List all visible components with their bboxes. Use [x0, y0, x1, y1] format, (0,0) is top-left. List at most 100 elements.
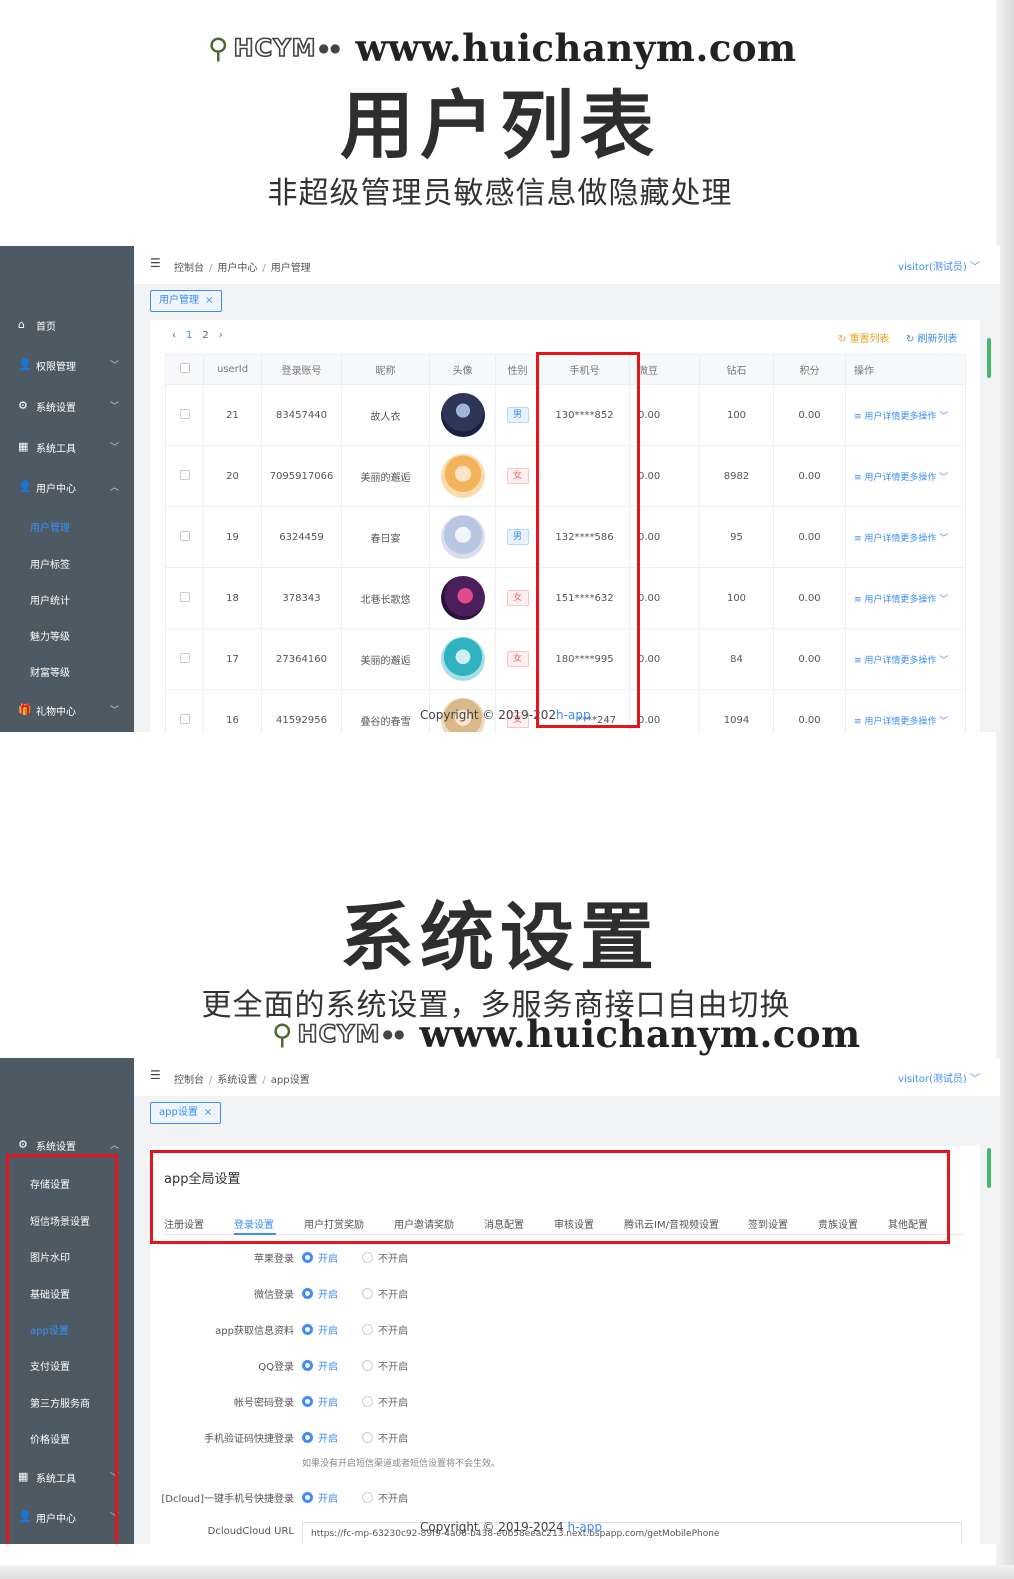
copyright-footer: Copyright © 2019-2024 h-app	[420, 1520, 603, 1534]
column-header: 性别	[495, 354, 540, 385]
avatar	[440, 637, 485, 681]
form-row-app-profile: app获取信息资料 开启 不开启	[150, 1322, 980, 1340]
row-checkbox[interactable]	[165, 445, 204, 507]
user-detail-link[interactable]: ≡ 用户详情	[854, 595, 900, 605]
scrollbar[interactable]	[987, 1148, 991, 1188]
column-header: 操作	[845, 354, 966, 385]
cell-points: 0.00	[773, 445, 846, 507]
select-all-checkbox[interactable]	[165, 354, 204, 385]
copyright-link[interactable]: h-app	[568, 1520, 603, 1534]
dots-icon: ●●	[318, 41, 342, 55]
sidebar-sub-charm-level[interactable]: 魅力等级	[30, 628, 70, 643]
pagination: ‹ 1 2 ›	[172, 330, 223, 341]
more-actions-dropdown[interactable]: 更多操作 ﹀	[900, 717, 948, 727]
cell-beans: 0.00	[629, 506, 700, 568]
gender-badge: 女	[506, 468, 529, 484]
radio-off[interactable]: 不开启	[362, 1358, 408, 1373]
radio-off[interactable]: 不开启	[362, 1286, 408, 1301]
radio-off[interactable]: 不开启	[362, 1490, 408, 1505]
user-menu[interactable]: visitor(测试员) ﹀	[898, 258, 980, 273]
more-actions-dropdown[interactable]: 更多操作 ﹀	[900, 534, 948, 544]
gift-icon: 🎁	[18, 703, 32, 716]
form-row-qq-login: QQ登录 开启 不开启	[150, 1358, 980, 1376]
next-page-button[interactable]: ›	[219, 330, 223, 341]
cell-points: 0.00	[773, 567, 846, 629]
row-checkbox[interactable]	[165, 384, 204, 446]
field-label: [Dcloud]一键手机号快捷登录	[161, 1494, 294, 1505]
field-label: QQ登录	[258, 1362, 294, 1373]
user-detail-link[interactable]: ≡ 用户详情	[854, 534, 900, 544]
radio-off[interactable]: 不开启	[362, 1430, 408, 1445]
gender-badge: 女	[506, 590, 529, 606]
promo-page: ⚲ HCYM ●● www.huichanym.com 用户列表 非超级管理员敏感信…	[0, 0, 1014, 1579]
chevron-down-icon: ﹀	[110, 361, 120, 371]
breadcrumb-item[interactable]: 系统设置	[217, 1075, 257, 1086]
shovel-icon: ⚲	[208, 31, 230, 65]
tab-tag-app-settings[interactable]: app设置 ×	[150, 1102, 222, 1124]
sidebar-sub-wealth-level[interactable]: 财富等级	[30, 664, 70, 679]
radio-on[interactable]: 开启	[302, 1394, 338, 1409]
scrollbar[interactable]	[987, 338, 991, 378]
cell-avatar	[429, 506, 496, 568]
close-icon[interactable]: ×	[204, 1107, 212, 1118]
row-checkbox[interactable]	[165, 689, 204, 732]
home-icon: ⌂	[18, 318, 25, 331]
reset-list-button[interactable]: ↻ 重置列表	[838, 330, 890, 345]
cell-actions: ≡ 用户详情更多操作 ﹀	[845, 445, 966, 507]
user-icon: 👤	[18, 358, 32, 371]
cell-gender: 男	[495, 506, 540, 568]
more-actions-dropdown[interactable]: 更多操作 ﹀	[900, 412, 948, 422]
menu-icon[interactable]: ☰	[150, 256, 161, 270]
row-checkbox[interactable]	[165, 567, 204, 629]
avatar	[440, 454, 485, 498]
prev-page-button[interactable]: ‹	[172, 330, 176, 341]
radio-on[interactable]: 开启	[302, 1286, 338, 1301]
cell-user-id: 16	[203, 689, 262, 732]
tab-tag-user-management[interactable]: 用户管理 ×	[150, 290, 223, 312]
chevron-up-icon: ︿	[110, 1141, 120, 1151]
refresh-list-button[interactable]: ↻ 刷新列表	[906, 330, 958, 345]
user-detail-link[interactable]: ≡ 用户详情	[854, 412, 900, 422]
column-header: 积分	[773, 354, 846, 385]
user-detail-link[interactable]: ≡ 用户详情	[854, 473, 900, 483]
menu-icon[interactable]: ☰	[150, 1068, 161, 1082]
user-list-screenshot: ⌂ 首页 👤 权限管理 ﹀ ⚙ 系统设置 ﹀ ▦ 系统工具 ﹀ 👤 用户中心 ︿ 用户管理 用户标…	[0, 246, 1000, 732]
breadcrumb-item[interactable]: 控制台	[174, 263, 204, 274]
row-checkbox[interactable]	[165, 628, 204, 690]
sidebar-sub-user-stats[interactable]: 用户统计	[30, 592, 70, 607]
cell-user-id: 21	[203, 384, 262, 446]
cell-points: 0.00	[773, 628, 846, 690]
radio-off[interactable]: 不开启	[362, 1322, 408, 1337]
sidebar-sub-user-tags[interactable]: 用户标签	[30, 556, 70, 571]
breadcrumb-item[interactable]: 控制台	[174, 1075, 204, 1086]
radio-on[interactable]: 开启	[302, 1358, 338, 1373]
user-detail-link[interactable]: ≡ 用户详情	[854, 656, 900, 666]
chevron-down-icon: ﹀	[110, 443, 120, 453]
breadcrumb-item[interactable]: 用户中心	[217, 263, 257, 274]
radio-on[interactable]: 开启	[302, 1250, 338, 1265]
more-actions-dropdown[interactable]: 更多操作 ﹀	[900, 656, 948, 666]
column-header: userId	[203, 354, 262, 385]
more-actions-dropdown[interactable]: 更多操作 ﹀	[900, 473, 948, 483]
radio-on[interactable]: 开启	[302, 1430, 338, 1445]
more-actions-dropdown[interactable]: 更多操作 ﹀	[900, 595, 948, 605]
radio-off[interactable]: 不开启	[362, 1394, 408, 1409]
page-1-button[interactable]: 1	[186, 330, 192, 341]
close-icon[interactable]: ×	[205, 295, 213, 306]
row-checkbox[interactable]	[165, 506, 204, 568]
radio-on[interactable]: 开启	[302, 1322, 338, 1337]
user-menu[interactable]: visitor(测试员) ﹀	[898, 1070, 980, 1085]
sidebar-sub-user-management[interactable]: 用户管理	[30, 519, 70, 534]
sms-hint: 如果没有开启短信渠道或者短信设置将不会生效。	[302, 1459, 501, 1469]
cell-actions: ≡ 用户详情更多操作 ﹀	[845, 384, 966, 446]
user-detail-link[interactable]: ≡ 用户详情	[854, 717, 900, 727]
dcloud-url-input[interactable]: https://fc-mp-63230c92-89f9-4a08-b438-e0…	[302, 1522, 962, 1544]
cell-actions: ≡ 用户详情更多操作 ﹀	[845, 689, 966, 732]
sidebar: ⌂ 首页 👤 权限管理 ﹀ ⚙ 系统设置 ﹀ ▦ 系统工具 ﹀ 👤 用户中心 ︿ 用户管理 用户标…	[0, 246, 134, 732]
radio-on[interactable]: 开启	[302, 1490, 338, 1505]
page-2-button[interactable]: 2	[202, 330, 208, 341]
cell-user-id: 19	[203, 506, 262, 568]
cell-avatar	[429, 384, 496, 446]
cell-diamond: 1094	[699, 689, 774, 732]
radio-off[interactable]: 不开启	[362, 1250, 408, 1265]
